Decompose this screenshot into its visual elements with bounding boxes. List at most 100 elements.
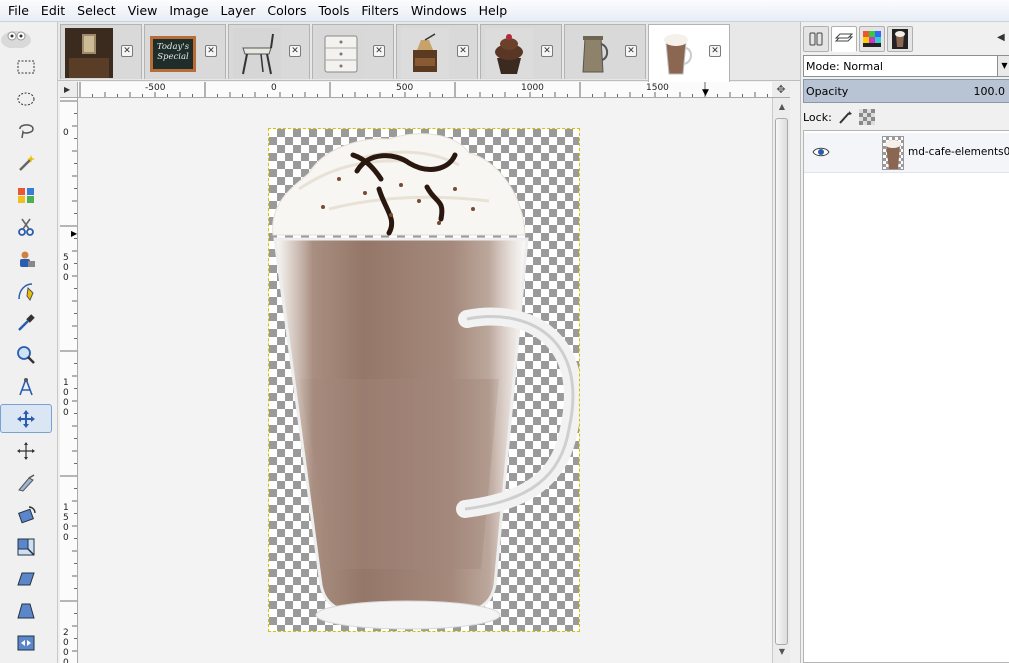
shear-tool[interactable] [0,564,52,593]
image-tab-8-active[interactable]: ✕ [648,24,730,82]
chalkboard-text: Today's Special [156,42,190,62]
rect-select-tool[interactable] [0,52,52,81]
measure-tool[interactable] [0,372,52,401]
pointer-position-marker: ▶ [71,229,78,238]
layer-list: md-cafe-elements08.png [803,130,1009,663]
image-tab-1[interactable]: ✕ [60,24,142,79]
tab-close-icon[interactable]: ✕ [457,45,469,57]
image-tab-4[interactable]: ✕ [312,24,394,79]
wilber-mascot-icon [1,31,31,48]
rotate-tool[interactable] [0,500,52,529]
vertical-scrollbar[interactable]: ▲ ▼ [772,98,790,663]
image-window: ▶ -500 0 500 1000 1500 ▼ ✥ 0 500 1000 15… [60,82,790,663]
lock-alpha-checker-icon[interactable] [859,109,875,125]
menu-view[interactable]: View [122,0,164,22]
tool-options-tab[interactable] [803,26,829,52]
hruler-label: 500 [396,83,414,93]
opacity-slider[interactable]: Opacity 100.0 [803,79,1009,103]
zoom-tool[interactable] [0,340,52,369]
image-tab-strip: ✕ Today's Special ✕ ✕ ✕ ✕ ✕ ✕ ✕ [58,22,800,82]
dock-tabs: ◀ [801,24,1009,52]
move-tool[interactable] [0,404,52,433]
crop-tool[interactable] [0,468,52,497]
menu-filters[interactable]: Filters [355,0,404,22]
vruler-label: 500 [63,253,69,283]
dock-menu-icon[interactable]: ◀ [997,32,1005,43]
tab-close-icon[interactable]: ✕ [289,45,301,57]
mode-row: Mode: Normal ▼ [803,55,1009,77]
rotate-icon [18,505,36,523]
eyedropper-icon [18,313,35,331]
vertical-ruler[interactable]: 0 500 1000 1500 2000 ▶ [60,98,78,663]
menu-edit[interactable]: Edit [35,0,71,22]
menu-select[interactable]: Select [71,0,122,22]
tab-close-icon[interactable]: ✕ [205,45,217,57]
align-tool[interactable] [0,436,52,465]
menu-tools[interactable]: Tools [313,0,356,22]
image-tab-3[interactable]: ✕ [228,24,310,79]
flip-tool[interactable] [0,628,52,657]
image-tab-6[interactable]: ✕ [480,24,562,79]
tab-close-icon[interactable]: ✕ [541,45,553,57]
hruler-label: 0 [271,83,277,93]
lock-pixels-brush-icon[interactable] [837,109,853,125]
menu-help[interactable]: Help [473,0,514,22]
menu-colors[interactable]: Colors [261,0,312,22]
cupcake-thumbnail [485,28,533,78]
channels-tab[interactable] [859,26,885,52]
layers-icon [834,33,854,42]
color-picker-tool[interactable] [0,308,52,337]
scale-icon [17,538,35,556]
image-tab-5[interactable]: ✕ [396,24,478,79]
image-tab-2[interactable]: Today's Special ✕ [144,24,226,79]
ellipse-select-tool[interactable] [0,84,52,113]
align-icon [17,441,35,460]
lock-row: Lock: [803,108,1009,126]
menu-file[interactable]: File [2,0,35,22]
foreground-select-icon [20,251,35,267]
layer-mode-select[interactable]: Mode: Normal ▼ [803,55,1009,77]
layers-tab[interactable] [831,26,857,52]
menu-windows[interactable]: Windows [405,0,473,22]
brick-room-thumbnail [65,28,113,78]
tab-close-icon[interactable]: ✕ [709,45,721,57]
fuzzy-select-tool[interactable] [0,148,52,177]
dropdown-arrow-icon[interactable]: ▼ [997,56,1009,76]
visibility-eye-icon[interactable] [812,145,830,159]
scroll-up-icon[interactable]: ▲ [776,102,788,114]
horizontal-ruler[interactable]: -500 0 500 1000 1500 ▼ [78,82,772,98]
tab-close-icon[interactable]: ✕ [373,45,385,57]
quick-mask-toggle[interactable]: ▶ [60,82,78,98]
mode-label: Mode: [806,60,840,73]
pointer-position-marker: ▼ [702,88,709,98]
layer-boundary [268,128,580,632]
select-by-color-tool[interactable] [0,180,52,209]
mode-text: Mode: Normal [806,60,883,73]
canvas-viewport[interactable] [79,99,772,663]
coffee-grinder-thumbnail [401,28,449,78]
perspective-tool[interactable] [0,596,52,625]
menu-image[interactable]: Image [163,0,214,22]
opacity-value[interactable]: 100.0 [974,85,1006,98]
navigate-icon[interactable]: ✥ [772,82,790,98]
shear-icon [17,572,35,585]
paths-tool[interactable] [0,276,52,305]
free-select-tool[interactable] [0,116,52,145]
magnifier-icon [17,345,35,364]
scroll-down-icon[interactable]: ▼ [776,647,788,659]
scale-tool[interactable] [0,532,52,561]
menu-layer[interactable]: Layer [215,0,262,22]
mode-value: Normal [843,60,883,73]
scrollbar-thumb[interactable] [775,118,788,645]
images-tab[interactable] [887,26,913,52]
tab-close-icon[interactable]: ✕ [625,45,637,57]
tab-close-icon[interactable]: ✕ [121,45,133,57]
scissors-select-tool[interactable] [0,212,52,241]
layer-row[interactable]: md-cafe-elements08.png [804,133,1009,173]
layer-name[interactable]: md-cafe-elements08.png [908,146,1009,158]
paths-pen-icon [18,282,34,301]
lasso-icon [19,123,34,138]
foreground-select-tool[interactable] [0,244,52,273]
image-tab-7[interactable]: ✕ [564,24,646,79]
lock-label: Lock: [803,111,832,124]
